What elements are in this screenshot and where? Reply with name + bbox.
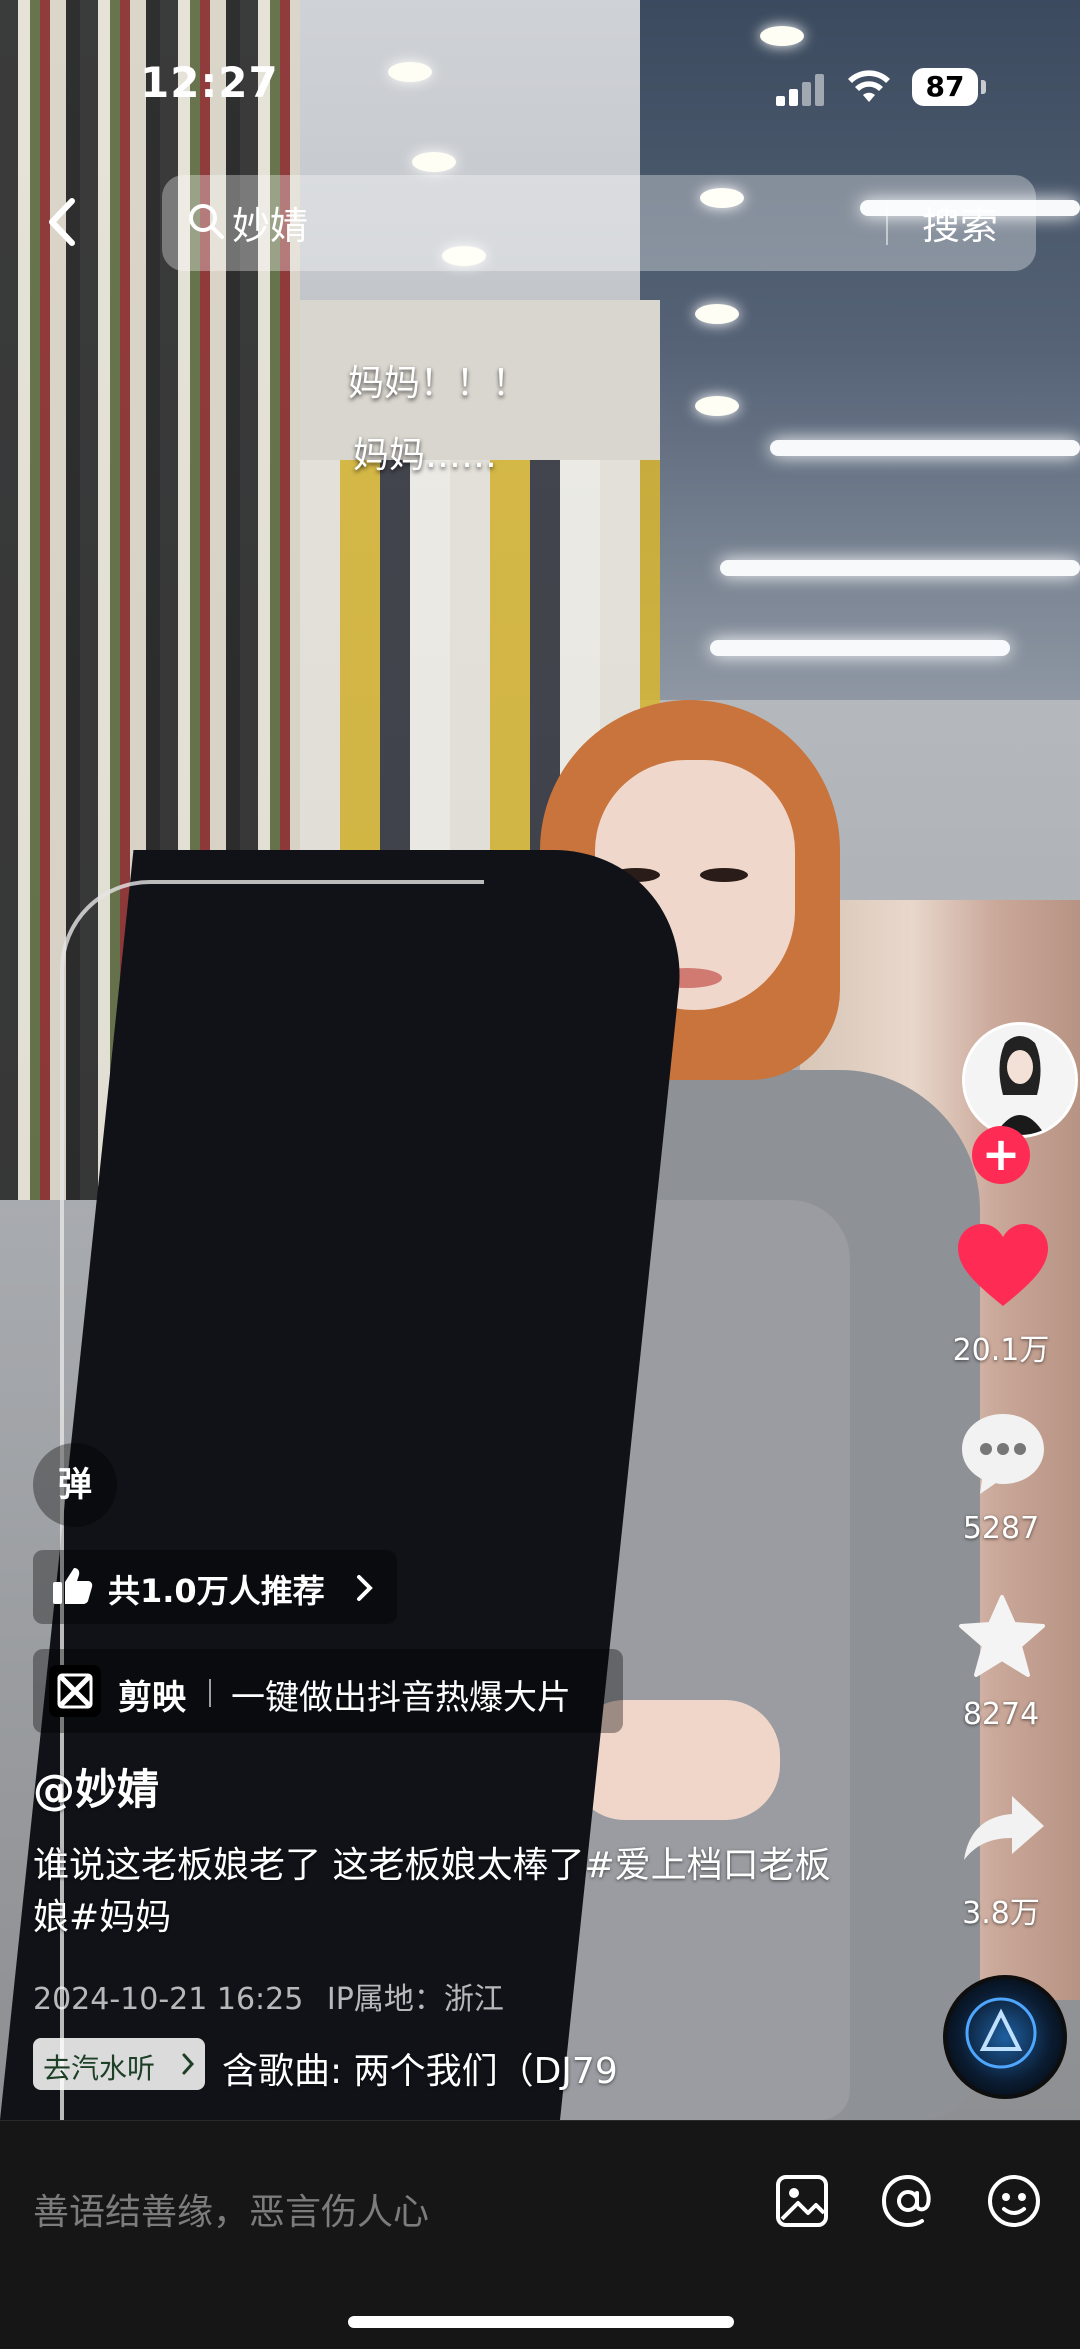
follow-button[interactable]: +: [972, 1126, 1030, 1184]
status-bar: 12:27 87: [0, 0, 1080, 160]
home-indicator[interactable]: [348, 2316, 734, 2328]
mention-icon[interactable]: [876, 2169, 940, 2233]
video-player[interactable]: [0, 0, 1080, 2120]
comment-input[interactable]: 善语结善缘，恶言伤人心: [33, 2183, 429, 2235]
scene-spotlight: [695, 396, 739, 416]
video-description[interactable]: 谁说这老板娘老了 这老板娘太棒了#爱上档口老板娘#妈妈: [33, 1840, 853, 1944]
search-divider: [886, 201, 888, 245]
recommend-label: 共1.0万人推荐: [108, 1572, 325, 1610]
avatar-illustration-icon: [965, 1025, 1075, 1135]
search-button[interactable]: 搜索: [922, 195, 998, 250]
share-count: 3.8万: [962, 1896, 1040, 1931]
music-tag-label: 去汽水听: [43, 2052, 156, 2085]
signal-icon: [776, 72, 826, 106]
post-meta: 2024-10-21 16:25 IP属地：浙江: [33, 1974, 504, 2018]
author-avatar[interactable]: [962, 1022, 1078, 1138]
scene-light: [770, 440, 1080, 456]
video-caption: 妈妈！！！: [348, 363, 529, 404]
comment-count: 5287: [962, 1511, 1040, 1546]
author-name[interactable]: @妙婧: [33, 1756, 159, 1817]
danmu-toggle-button[interactable]: 弹: [33, 1443, 117, 1527]
image-icon[interactable]: [770, 2169, 834, 2233]
jianying-separator: [209, 1679, 211, 1707]
recommend-chip[interactable]: 共1.0万人推荐: [33, 1550, 397, 1624]
jianying-slogan: 一键做出抖音热爆大片: [231, 1678, 571, 1718]
jianying-promo-banner[interactable]: 剪映 一键做出抖音热爆大片: [33, 1649, 623, 1733]
like-heart-icon[interactable]: [956, 1222, 1050, 1308]
qishui-music-button[interactable]: 去汽水听: [33, 2038, 205, 2090]
status-time: 12:27: [140, 58, 279, 107]
search-input[interactable]: 妙婧: [232, 195, 308, 250]
comment-bubble-icon[interactable]: [958, 1410, 1048, 1496]
scene-light: [720, 560, 1080, 576]
music-song-title[interactable]: 含歌曲: 两个我们（DJ79: [222, 2042, 652, 2094]
chevron-right-icon: [182, 2053, 195, 2075]
wifi-icon: [848, 70, 890, 102]
post-date: 2024-10-21 16:25: [33, 1982, 304, 2017]
scene-eye: [700, 868, 748, 882]
search-icon: [189, 204, 224, 239]
thumbs-up-icon: [53, 1568, 93, 1604]
scene-light: [710, 640, 1010, 656]
favorite-count: 8274: [962, 1697, 1040, 1732]
scene-spotlight: [695, 304, 739, 324]
jianying-brand: 剪映: [118, 1678, 186, 1718]
comment-bar: 善语结善缘，恶言伤人心: [0, 2120, 1080, 2349]
like-count: 20.1万: [952, 1333, 1050, 1368]
ip-location: IP属地：浙江: [326, 1982, 504, 2017]
battery-tip: [981, 80, 986, 94]
back-arrow-icon[interactable]: [40, 195, 84, 249]
screen: 12:27 87 妙婧 搜索 妈妈！！！ 妈妈…… + 20.1万 5287 8…: [0, 0, 1080, 2349]
emoji-icon[interactable]: [982, 2169, 1046, 2233]
battery-indicator: 87: [912, 68, 978, 106]
chevron-right-icon: [357, 1575, 373, 1601]
music-disc[interactable]: [943, 1975, 1067, 2099]
video-caption: 妈妈……: [353, 435, 498, 476]
share-arrow-icon[interactable]: [962, 1792, 1046, 1862]
search-bar[interactable]: 妙婧 搜索: [162, 175, 1036, 271]
jianying-logo-icon: [49, 1665, 101, 1717]
favorite-star-icon[interactable]: [958, 1594, 1046, 1678]
music-disc-logo-icon: [965, 1997, 1037, 2069]
